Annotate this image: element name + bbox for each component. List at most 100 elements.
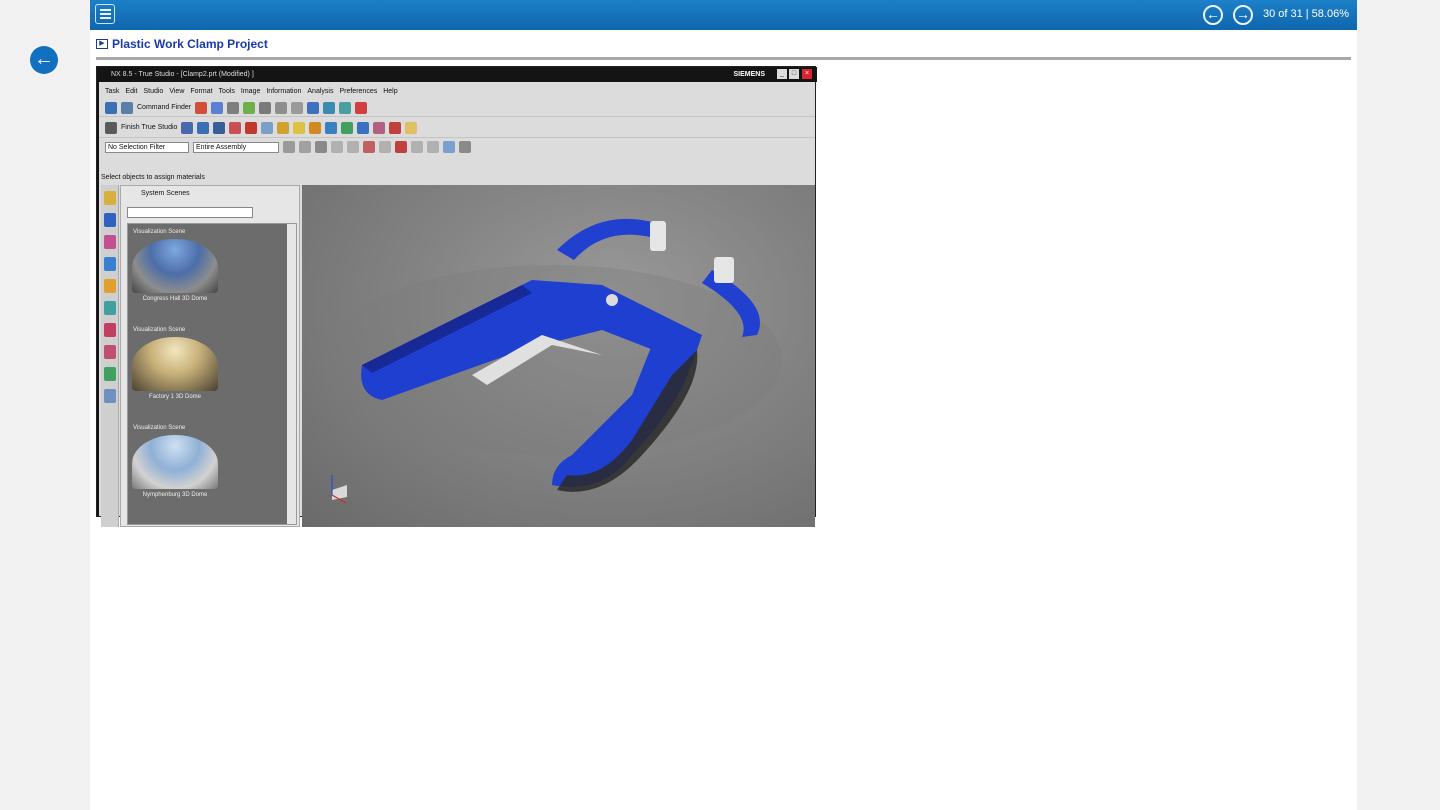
scene-list: Visualization Scene Congress Hall 3D Dom… <box>127 223 297 525</box>
square-icon <box>259 101 272 114</box>
frame-icon <box>405 121 418 134</box>
view-icon <box>443 141 455 153</box>
resource-tab-icon <box>103 301 116 315</box>
diagonal-icon <box>427 141 439 153</box>
clamp-model <box>322 218 782 504</box>
save-as-icon <box>121 101 133 114</box>
scene-name: Congress Hall 3D Dome <box>142 296 208 302</box>
resource-tab-icon <box>103 367 116 381</box>
menu-preferences: Preferences <box>339 87 378 95</box>
move-icon <box>291 101 304 114</box>
nx-window-title: NX 8.5 - True Studio - [Clamp2.prt (Modi… <box>97 67 817 82</box>
command-finder-label: Command Finder <box>137 104 192 111</box>
shape-icon <box>373 121 386 134</box>
page-progress: 30 of 31 | 58.06% <box>1262 8 1349 20</box>
menu-view: View <box>169 87 185 95</box>
scene-icon <box>197 121 210 134</box>
line-icon <box>331 141 343 153</box>
scene-category: Visualization Scene <box>133 229 186 235</box>
list-menu-icon[interactable] <box>95 4 115 24</box>
palette-icon <box>277 121 290 134</box>
snap-icon <box>315 141 327 153</box>
graphics-viewport <box>302 185 815 527</box>
nx-app-screenshot: NX 8.5 - True Studio - [Clamp2.prt (Modi… <box>96 66 817 527</box>
selection-filter-select: No Selection Filter <box>105 141 189 153</box>
point-icon <box>379 141 391 153</box>
arrow-right-circle-icon: → <box>1236 6 1250 22</box>
assembly-scope-select: Entire Assembly <box>193 141 279 153</box>
menu-edit: Edit <box>125 87 138 95</box>
next-slide-button[interactable]: → <box>1233 5 1253 25</box>
nx-toolbar-studio: Finish True Studio <box>99 118 815 138</box>
arrow-left-circle-icon: ← <box>34 48 54 70</box>
scene-thumbnail <box>132 435 218 489</box>
resource-tab-icon <box>103 213 116 227</box>
checkered-flag-icon <box>105 121 117 134</box>
previous-slide-button[interactable]: ← <box>1203 5 1223 25</box>
title-divider <box>96 57 1351 60</box>
close-icon: × <box>802 69 812 79</box>
brush-icon <box>357 121 370 134</box>
scene-thumbnail <box>132 239 218 293</box>
cross-icon <box>411 141 423 153</box>
color-ball-icon <box>245 121 258 134</box>
nx-menubar: Task Edit Studio View Format Tools Image… <box>99 84 815 98</box>
menu-analysis: Analysis <box>307 87 334 95</box>
material-icon <box>181 121 194 134</box>
scene-thumbnail <box>132 337 218 391</box>
menu-tools: Tools <box>218 87 235 95</box>
filter-icon <box>283 141 295 153</box>
circle-icon <box>395 141 407 153</box>
siemens-brand: SIEMENS <box>733 71 765 78</box>
slide-type-icon: ▶ <box>96 39 108 49</box>
snapshot-icon <box>227 101 240 114</box>
menu-image: Image <box>240 87 261 95</box>
scene-list-scrollbar <box>287 224 296 524</box>
scene-category: Visualization Scene <box>133 425 186 431</box>
resource-bar <box>101 185 119 527</box>
paint-icon <box>355 101 368 114</box>
slide-title: Plastic Work Clamp Project <box>112 37 268 51</box>
nx-status-line: Select objects to assign materials <box>101 174 205 181</box>
scene-category: Visualization Scene <box>133 327 186 333</box>
arc-icon <box>363 141 375 153</box>
menu-studio: Studio <box>143 87 164 95</box>
panel-icon <box>261 121 274 134</box>
sphere-icon <box>243 101 256 114</box>
nx-selection-bar: No Selection Filter Entire Assembly <box>99 139 815 155</box>
finish-studio-label: Finish True Studio <box>121 124 178 131</box>
resource-tab-icon <box>103 345 116 359</box>
menu-help: Help <box>383 87 398 95</box>
resource-tab-icon <box>103 279 116 293</box>
scene-item: Visualization Scene Nymphenburg 3D Dome <box>131 424 219 498</box>
decal-icon <box>389 121 402 134</box>
resource-tab-icon <box>103 257 116 271</box>
minimize-icon: _ <box>777 69 787 79</box>
player-header: ← → 30 of 31 | 58.06% <box>90 0 1357 30</box>
image-icon <box>213 121 226 134</box>
box-icon <box>341 121 354 134</box>
globe-icon <box>323 101 336 114</box>
menu-format: Format <box>190 87 213 95</box>
resource-tab-icon <box>103 389 116 403</box>
scene-name: Factory 1 3D Dome <box>148 394 202 400</box>
system-scenes-panel: System Scenes Visualization Scene Congre… <box>120 185 300 527</box>
back-button[interactable]: ← <box>30 46 58 74</box>
menu-task: Task <box>105 87 120 95</box>
light-bulb-icon <box>293 121 306 134</box>
camera-icon <box>309 121 322 134</box>
menu-information: Information <box>266 87 302 95</box>
scene-item: Visualization Scene Factory 1 3D Dome <box>131 326 219 400</box>
curve-icon <box>347 141 359 153</box>
print-icon <box>307 101 320 114</box>
arrow-left-circle-icon: ← <box>1206 6 1220 22</box>
scene-filter-combo <box>127 207 253 218</box>
maximize-icon: □ <box>789 69 799 79</box>
layout-icon <box>211 101 224 114</box>
panel-title: System Scenes <box>141 190 190 197</box>
texture-icon <box>229 121 242 134</box>
resource-tab-icon <box>103 323 116 337</box>
resource-tab-icon <box>103 191 116 205</box>
light-icon <box>339 101 352 114</box>
slide-title-row: ▶ Plastic Work Clamp Project <box>96 36 268 52</box>
